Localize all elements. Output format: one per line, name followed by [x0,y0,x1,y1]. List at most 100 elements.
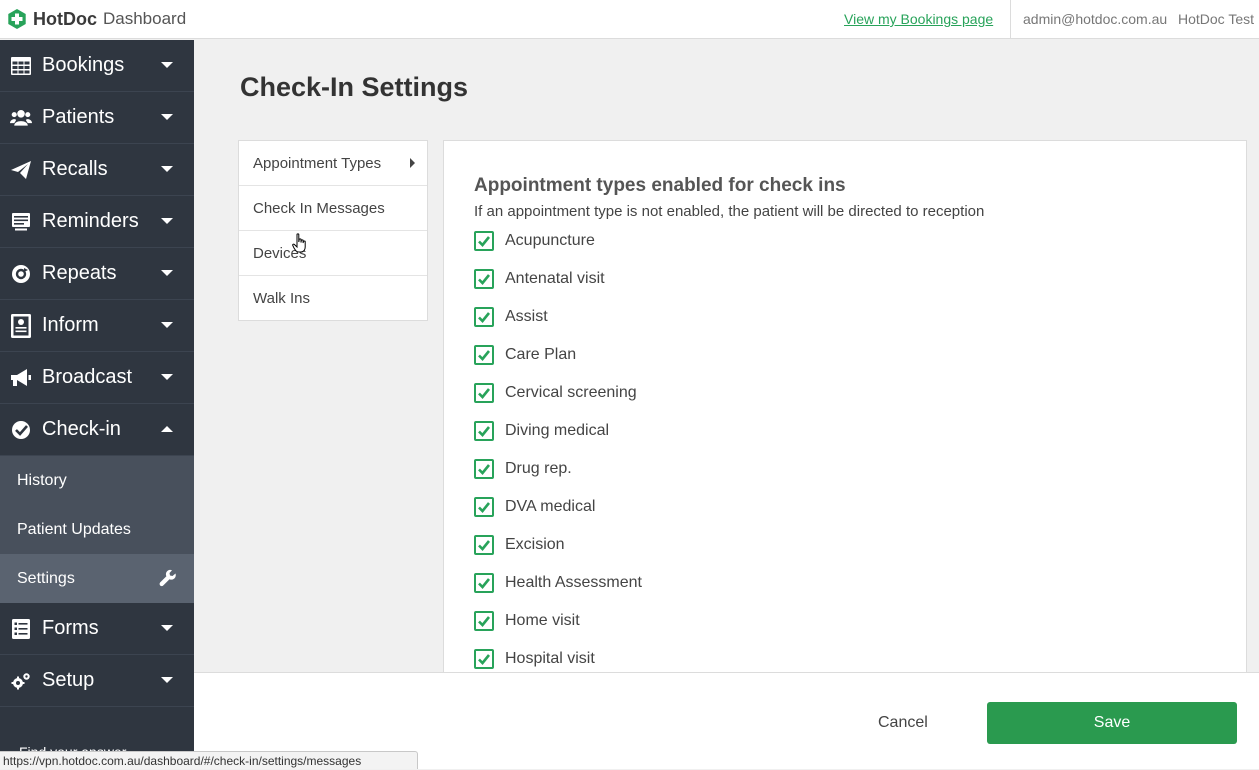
sidebar-item-label: Broadcast [42,366,133,388]
save-button[interactable]: Save [987,702,1237,744]
sidebar-item-broadcast[interactable]: Broadcast [0,352,194,404]
brand-name: HotDoc [33,8,97,29]
appointment-type-label: DVA medical [505,498,596,515]
appointment-type-label: Drug rep. [505,460,572,477]
appointment-type-row[interactable]: Cervical screening [474,382,642,420]
appointment-type-list: Acupuncture Antenatal visit Assist Care Pla… [474,230,642,679]
sidebar-item-label: Repeats [42,262,117,284]
checkbox[interactable] [474,421,494,441]
caret-down-icon [161,677,173,683]
check-icon [478,426,491,437]
sidebar-item-forms[interactable]: Forms [0,603,194,655]
sidebar-item-reminders[interactable]: Reminders [0,196,194,248]
cancel-button[interactable]: Cancel [878,714,928,732]
sidebar-subitem-settings[interactable]: Settings [0,554,194,603]
panel-title: Appointment types enabled for check ins [474,175,846,196]
check-icon [478,654,491,665]
sidebar-item-label: Check-in [42,418,121,440]
appointment-type-row[interactable]: Excision [474,534,642,572]
checkbox[interactable] [474,269,494,289]
appointment-type-row[interactable]: Diving medical [474,420,642,458]
sidebar-item-patients[interactable]: Patients [0,92,194,144]
appointment-type-row[interactable]: Assist [474,306,642,344]
caret-down-icon [161,62,173,68]
checkbox[interactable] [474,231,494,251]
check-icon [478,464,491,475]
check-icon [478,388,491,399]
checkbox[interactable] [474,535,494,555]
form-icon [10,618,32,640]
sidebar-item-recalls[interactable]: Recalls [0,144,194,196]
check-icon [478,350,491,361]
check-icon [478,578,491,589]
subnav-devices[interactable]: Devices [239,231,427,276]
subnav-appointment-types[interactable]: Appointment Types [239,141,427,186]
subnav-check-in-messages[interactable]: Check In Messages [239,186,427,231]
appointment-type-row[interactable]: Care Plan [474,344,642,382]
sidebar-item-label: Recalls [42,158,108,180]
check-icon [478,616,491,627]
product-name: Dashboard [103,9,187,28]
checkbox[interactable] [474,459,494,479]
refresh-icon [10,263,32,285]
appointment-type-label: Hospital visit [505,650,595,667]
user-email[interactable]: admin@hotdoc.com.au [1023,11,1167,27]
caret-up-icon [161,426,173,432]
subnav-walk-ins[interactable]: Walk Ins [239,276,427,320]
checkbox[interactable] [474,345,494,365]
appointment-type-row[interactable]: Acupuncture [474,230,642,268]
appointment-type-label: Excision [505,536,565,553]
sidebar-item-label: Setup [42,669,95,691]
sidebar-item-label: Patients [42,106,115,128]
cogs-icon [10,670,32,692]
panel-description: If an appointment type is not enabled, t… [474,203,985,220]
checkbox[interactable] [474,307,494,327]
appointment-type-label: Antenatal visit [505,270,605,287]
appointment-type-label: Assist [505,308,548,325]
check-icon [478,540,491,551]
caret-down-icon [161,166,173,172]
check-icon [478,502,491,513]
paper-plane-icon [10,159,32,181]
check-icon [478,236,491,247]
sidebar-item-check-in[interactable]: Check-in [0,404,194,456]
appointment-type-row[interactable]: Home visit [474,610,642,648]
checkbox[interactable] [474,573,494,593]
sidebar-subitem-history[interactable]: History [0,456,194,505]
appointment-type-row[interactable]: Antenatal visit [474,268,642,306]
list-icon [10,211,32,233]
sidebar-item-setup[interactable]: Setup [0,655,194,707]
caret-down-icon [161,218,173,224]
sidebar-item-inform[interactable]: Inform [0,300,194,352]
logo[interactable]: HotDoc Dashboard [6,8,186,30]
appointment-type-row[interactable]: Health Assessment [474,572,642,610]
appointment-type-label: Health Assessment [505,574,642,591]
practice-name[interactable]: HotDoc Test [1178,11,1254,27]
users-icon [10,107,32,129]
appointment-type-label: Acupuncture [505,232,595,249]
bookings-page-link[interactable]: View my Bookings page [844,11,993,27]
sidebar-item-bookings[interactable]: Bookings [0,40,194,92]
top-bar: HotDoc Dashboard View my Bookings page a… [0,0,1259,39]
megaphone-icon [10,367,32,389]
caret-right-icon [410,158,415,168]
checkbox[interactable] [474,611,494,631]
table-icon [10,55,32,77]
checkbox[interactable] [474,649,494,669]
sidebar-subitem-patient-updates[interactable]: Patient Updates [0,505,194,554]
hotdoc-logo-icon [8,9,26,29]
sidebar-item-label: Forms [42,617,99,639]
appointment-type-row[interactable]: Drug rep. [474,458,642,496]
subnav-label: Check In Messages [253,199,385,217]
settings-subnav: Appointment Types Check In Messages Devi… [238,140,428,321]
appointment-type-row[interactable]: DVA medical [474,496,642,534]
checkbox[interactable] [474,383,494,403]
sidebar-subitem-label: Settings [17,569,75,587]
caret-down-icon [161,114,173,120]
appointment-type-label: Care Plan [505,346,577,363]
sidebar-item-repeats[interactable]: Repeats [0,248,194,300]
appointment-type-label: Diving medical [505,422,610,439]
checkbox[interactable] [474,497,494,517]
caret-down-icon [161,322,173,328]
caret-down-icon [161,374,173,380]
